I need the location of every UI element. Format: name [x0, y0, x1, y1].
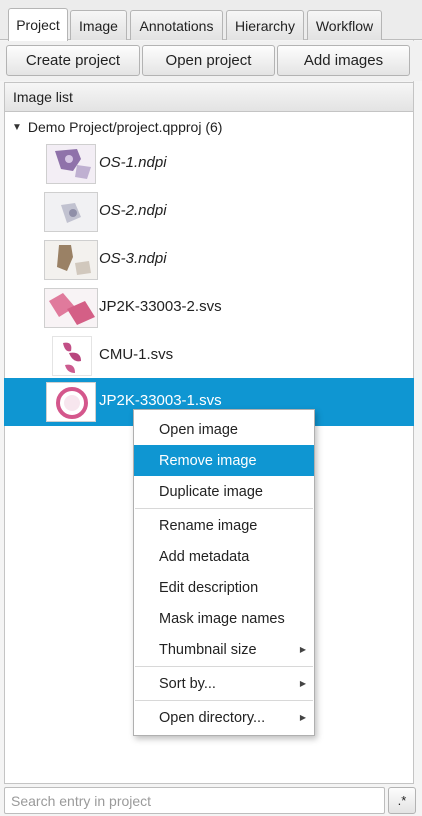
project-tree-root[interactable]: ▼ Demo Project/project.qpproj (6) [12, 118, 222, 136]
item-label: OS-2.ndpi [99, 202, 167, 219]
menu-item-remove-image[interactable]: Remove image [134, 445, 314, 476]
expand-triangle-icon[interactable]: ▼ [12, 122, 22, 133]
menu-item-duplicate-image[interactable]: Duplicate image [134, 476, 314, 507]
menu-separator [135, 508, 313, 509]
menu-label: Remove image [159, 452, 257, 469]
item-label: OS-1.ndpi [99, 154, 167, 171]
menu-item-open-image[interactable]: Open image [134, 414, 314, 445]
menu-item-rename-image[interactable]: Rename image [134, 510, 314, 541]
menu-label: Sort by... [159, 675, 216, 692]
tab-annotations[interactable]: Annotations [130, 10, 223, 40]
slide-thumbnail-icon [46, 144, 96, 184]
menu-label: Mask image names [159, 610, 285, 627]
tab-hierarchy[interactable]: Hierarchy [226, 10, 304, 40]
submenu-arrow-icon: ▶ [299, 679, 306, 688]
tab-bar: Project Image Annotations Hierarchy Work… [0, 0, 422, 41]
menu-label: Edit description [159, 579, 259, 596]
menu-separator [135, 700, 313, 701]
menu-label: Duplicate image [159, 483, 263, 500]
context-menu: Open image Remove image Duplicate image … [133, 409, 315, 736]
list-item[interactable]: CMU-1.svs [4, 332, 414, 380]
submenu-arrow-icon: ▶ [299, 645, 306, 654]
menu-label: Rename image [159, 517, 258, 534]
slide-thumbnail-icon [44, 288, 98, 328]
slide-thumbnail-icon [44, 192, 98, 232]
search-input[interactable] [4, 787, 385, 814]
menu-item-sort-by[interactable]: Sort by... ▶ [134, 668, 314, 699]
item-label: JP2K-33003-2.svs [99, 298, 222, 315]
slide-thumbnail-icon [52, 336, 92, 376]
regex-toggle-button[interactable]: .* [388, 787, 416, 814]
tab-project[interactable]: Project [8, 8, 68, 41]
tab-workflow[interactable]: Workflow [307, 10, 382, 40]
project-toolbar: Create project Open project Add images [0, 41, 422, 81]
menu-label: Open directory... [159, 709, 266, 726]
menu-label: Thumbnail size [159, 641, 257, 658]
item-label: JP2K-33003-1.svs [99, 392, 222, 409]
slide-thumbnail-icon [44, 240, 98, 280]
menu-item-open-directory[interactable]: Open directory... ▶ [134, 702, 314, 733]
create-project-button[interactable]: Create project [6, 45, 140, 76]
open-project-button[interactable]: Open project [142, 45, 275, 76]
list-item[interactable]: JP2K-33003-2.svs [4, 284, 414, 332]
item-label: OS-3.ndpi [99, 250, 167, 267]
list-item[interactable]: OS-3.ndpi [4, 236, 414, 284]
tab-image[interactable]: Image [70, 10, 127, 40]
item-label: CMU-1.svs [99, 346, 174, 363]
add-images-button[interactable]: Add images [277, 45, 410, 76]
menu-item-mask-image-names[interactable]: Mask image names [134, 603, 314, 634]
menu-label: Add metadata [159, 548, 250, 565]
menu-label: Open image [159, 421, 238, 438]
list-item[interactable]: OS-1.ndpi [4, 140, 414, 188]
list-item[interactable]: OS-2.ndpi [4, 188, 414, 236]
project-root-label: Demo Project/project.qpproj (6) [27, 119, 223, 135]
submenu-arrow-icon: ▶ [299, 713, 306, 722]
menu-separator [135, 666, 313, 667]
image-list-header: Image list [4, 82, 414, 112]
menu-item-add-metadata[interactable]: Add metadata [134, 541, 314, 572]
slide-thumbnail-icon [46, 382, 96, 422]
menu-item-thumbnail-size[interactable]: Thumbnail size ▶ [134, 634, 314, 665]
menu-item-edit-description[interactable]: Edit description [134, 572, 314, 603]
